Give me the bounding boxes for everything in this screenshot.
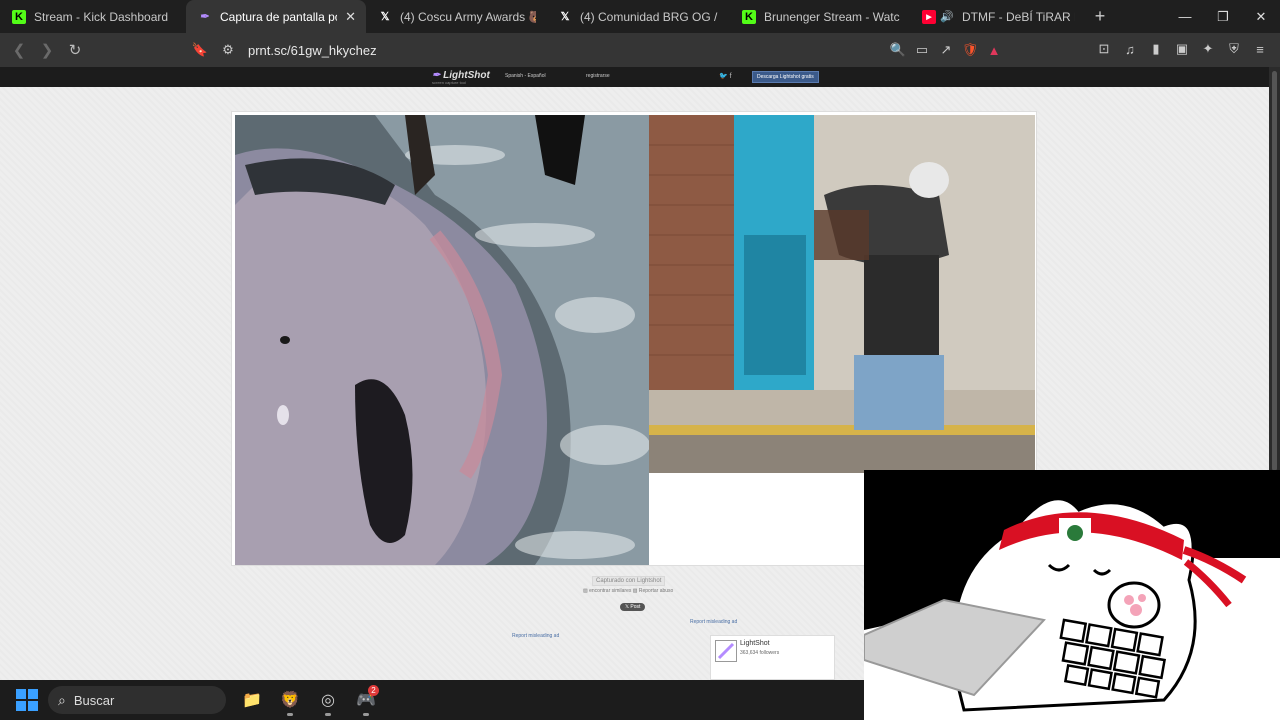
tab-title: (4) Coscu Army Awards 🐻 (@C: [400, 9, 536, 24]
zoom-icon[interactable]: 🔍: [888, 38, 908, 62]
captured-with-lightshot-link[interactable]: Capturado con Lightshot: [592, 576, 666, 586]
discord-icon[interactable]: 🎮 2: [348, 682, 384, 718]
sidebar-icon[interactable]: ▮: [1146, 37, 1166, 61]
youtube-icon: ▶: [922, 9, 936, 24]
bookmark-icon[interactable]: 🔖: [190, 38, 210, 62]
search-placeholder: Buscar: [73, 692, 115, 708]
site-settings-icon[interactable]: ⚙: [218, 38, 238, 62]
man-with-sack-photo: [649, 115, 1035, 473]
notification-badge: 2: [368, 685, 379, 696]
lightshot-logo[interactable]: ✒ LightShot screen capture tool: [432, 70, 490, 85]
window-controls: — ❐ ✕: [1166, 0, 1280, 33]
file-explorer-icon[interactable]: 📁: [234, 682, 270, 718]
brave-rewards-icon[interactable]: ▲: [984, 38, 1004, 62]
extension-icons: ⊡ ♫ ▮ ▣ ✦ ⛨ ≡: [1094, 37, 1270, 61]
x-post-button[interactable]: 𝕏 Post: [620, 603, 646, 611]
back-icon[interactable]: ❮: [6, 37, 32, 63]
close-tab-icon[interactable]: ✕: [345, 9, 356, 25]
x-icon: 𝕏: [560, 11, 570, 23]
fb-followers: 363,634 followers: [740, 650, 780, 656]
brave-browser-icon[interactable]: 🦁: [272, 682, 308, 718]
url-text[interactable]: prnt.sc/61gw_hkychez: [248, 43, 377, 58]
audio-playing-icon[interactable]: 🔊: [940, 10, 954, 24]
address-bar[interactable]: 🔖 ⚙ prnt.sc/61gw_hkychez 🔍 ▭ ↗ 🛡 ▲: [190, 38, 1010, 62]
tab-lightshot[interactable]: ✒ Captura de pantalla por Lig ✕: [186, 0, 366, 33]
tab-comunidad-brg[interactable]: 𝕏 (4) Comunidad BRG OG / X: [546, 0, 730, 33]
x-icon: 𝕏: [380, 11, 390, 23]
brave-shields-icon[interactable]: 🛡: [960, 38, 980, 62]
report-ad-link-2[interactable]: Report misleading ad: [512, 633, 559, 639]
leo-ai-icon[interactable]: ✦: [1198, 37, 1218, 61]
wallet-icon[interactable]: ▣: [1172, 37, 1192, 61]
tab-youtube-dtmf[interactable]: ▶ 🔊 DTMF - DeBÍ TiRAR MÁS FO: [910, 0, 1085, 33]
tab-title: Captura de pantalla por Lig: [220, 9, 337, 24]
lightshot-header: ✒ LightShot screen capture tool Spanish …: [0, 67, 1269, 87]
lightshot-avatar: [715, 640, 737, 662]
taskbar-search[interactable]: ⌕ Buscar: [48, 686, 226, 714]
bongo-cat-illustration: [864, 470, 1280, 720]
scrollbar-thumb[interactable]: [1272, 71, 1277, 471]
image-actions[interactable]: ▨ encontrar similares ▧ Reportar abuso: [583, 588, 673, 594]
media-icon[interactable]: ♫: [1120, 37, 1140, 61]
windows-taskbar: ⌕ Buscar 📁 🦁 ◎ 🎮 2: [0, 680, 864, 720]
tab-title: Brunenger Stream - Watch Live: [764, 9, 900, 24]
download-button[interactable]: Descarga Lightshot gratis: [752, 71, 819, 83]
restore-icon[interactable]: ❐: [1204, 0, 1242, 33]
menu-icon[interactable]: ≡: [1250, 37, 1270, 61]
screenshot-extension-icon[interactable]: ⊡: [1094, 37, 1114, 61]
forward-icon[interactable]: ❯: [34, 37, 60, 63]
lightshot-feather-icon: ✒: [200, 11, 210, 23]
register-link[interactable]: registrarse: [586, 73, 610, 79]
reload-icon[interactable]: ↻: [62, 37, 88, 63]
tab-strip: K Stream - Kick Dashboard ✒ Captura de p…: [0, 0, 1280, 33]
shark-photo: [235, 115, 649, 565]
close-window-icon[interactable]: ✕: [1242, 0, 1280, 33]
cast-icon[interactable]: ▭: [912, 38, 932, 62]
search-icon: ⌕: [58, 691, 66, 708]
tab-title: Stream - Kick Dashboard: [34, 9, 169, 24]
facebook-page-widget[interactable]: LightShot 363,634 followers: [710, 635, 835, 680]
minimize-icon[interactable]: —: [1166, 0, 1204, 33]
windows-start-icon[interactable]: [16, 689, 38, 711]
tab-brunenger-stream[interactable]: K Brunenger Stream - Watch Live: [730, 0, 910, 33]
share-icon[interactable]: ↗: [936, 38, 956, 62]
tab-title: DTMF - DeBÍ TiRAR MÁS FO: [962, 9, 1075, 24]
report-ad-link[interactable]: Report misleading ad: [690, 619, 737, 625]
obs-icon[interactable]: ◎: [310, 682, 346, 718]
language-selector[interactable]: Spanish - Español: [505, 73, 546, 79]
tab-title: (4) Comunidad BRG OG / X: [580, 9, 720, 24]
vpn-icon[interactable]: ⛨: [1224, 37, 1244, 61]
tab-kick-dashboard[interactable]: K Stream - Kick Dashboard: [0, 0, 186, 33]
new-tab-button[interactable]: +: [1085, 6, 1115, 27]
kick-icon: K: [742, 9, 756, 24]
download-label: Descarga Lightshot gratis: [757, 74, 814, 80]
bongo-cat-overlay: [864, 470, 1280, 720]
social-links[interactable]: 🐦 f: [719, 72, 732, 80]
tab-coscu-army[interactable]: 𝕏 (4) Coscu Army Awards 🐻 (@C: [366, 0, 546, 33]
fb-page-name[interactable]: LightShot: [740, 640, 770, 647]
kick-icon: K: [12, 9, 26, 24]
